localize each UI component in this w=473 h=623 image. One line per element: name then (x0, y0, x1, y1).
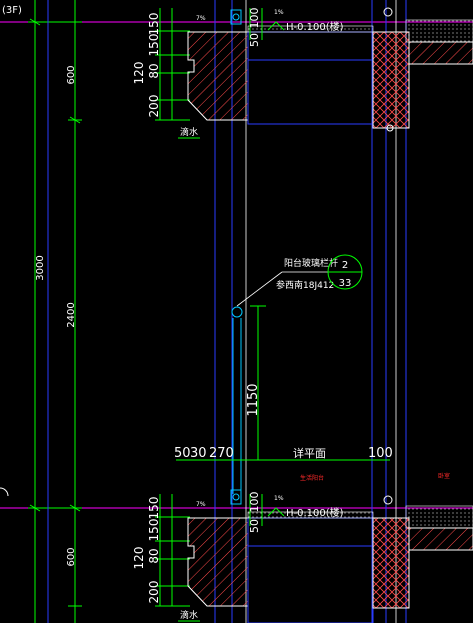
dim-1150: 1150 (246, 383, 261, 416)
detail-callout-top: 2 (342, 260, 348, 271)
slab-bottom-dim-200: 200 (147, 581, 161, 604)
dim-row-270: 270 (209, 446, 234, 461)
section-marker-left (0, 487, 9, 497)
slab-bottom-dim-150a: 150 (147, 497, 161, 520)
slab-bottom-dim-80: 80 (147, 548, 161, 563)
slab-top-dim-80: 80 (147, 63, 161, 78)
slope-note-bottom: 7% (196, 501, 206, 508)
slope-label-top: 1% (274, 9, 284, 16)
slab-bottom-dim-150b: 150 (147, 519, 161, 542)
slab-top-dim-150a: 150 (147, 13, 161, 36)
railing-dim-100-bottom: 100 (248, 492, 261, 513)
balcony-slab-bottom (187, 505, 473, 623)
level-label-top: H-0.100(楼) (286, 20, 344, 33)
balcony-section-detail: 3000 600 2400 600 (3F) 150 150 120 80 20… (0, 0, 473, 623)
detail-callout-bottom: 33 (339, 278, 352, 289)
dim-2400: 2400 (66, 302, 77, 327)
railing-dim-100-top: 100 (248, 8, 261, 29)
dim-row-plan-label: 详平面 (293, 446, 326, 460)
drip-label-top: 滴水 (180, 126, 198, 138)
level-label-bottom: H-0.100(楼) (286, 506, 344, 519)
railing-reference: 参西南18J412 (276, 279, 334, 291)
slab-top-dim-150b: 150 (147, 34, 161, 57)
cad-drawing-canvas: 3000 600 2400 600 (3F) 150 150 120 80 20… (0, 0, 473, 623)
floor-tag-top-left: (3F) (2, 5, 22, 16)
dim-row-100: 100 (368, 446, 393, 461)
room-label-bedroom: 卧室 (438, 472, 450, 480)
balcony-slab-top (187, 19, 473, 129)
slope-label-bottom: 1% (274, 495, 284, 502)
slab-top-dim-200: 200 (147, 95, 161, 118)
dim-row-30: 30 (190, 446, 207, 461)
room-label-balcony: 生活阳台 (300, 474, 324, 482)
grid-bubble-bottom (383, 495, 393, 505)
slope-note-top: 7% (196, 15, 206, 22)
railing-dim-50-top: 50 (248, 33, 261, 47)
drip-label-bottom: 滴水 (180, 609, 198, 621)
slab-top-dim-120: 120 (132, 62, 146, 85)
railing-annotation: 阳台玻璃栏杆 参西南18J412 2 33 (236, 254, 363, 307)
railing-post-mid (231, 306, 243, 494)
dim-600-top: 600 (66, 65, 77, 84)
grid-bubble-top (383, 7, 393, 17)
railing-note: 阳台玻璃栏杆 (284, 257, 338, 269)
slab-bottom-dim-120: 120 (132, 547, 146, 570)
dim-3000: 3000 (35, 255, 46, 280)
dim-600-bottom: 600 (66, 547, 77, 566)
railing-dim-50-bottom: 50 (248, 519, 261, 533)
dim-row-50: 50 (174, 446, 191, 461)
